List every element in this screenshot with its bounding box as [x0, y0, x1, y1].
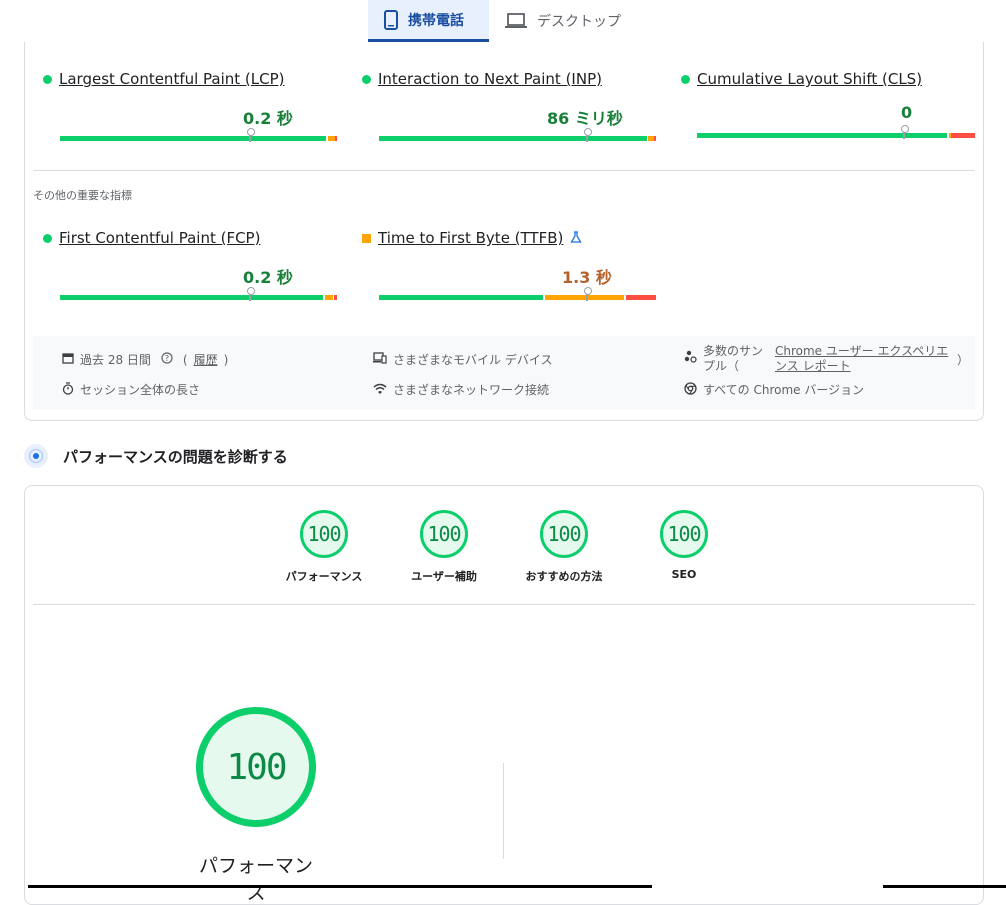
gauge-performance-score: 100	[300, 510, 348, 558]
performance-score-label: パフォーマンス	[198, 855, 313, 904]
laptop-icon	[505, 13, 527, 29]
metric-fcp-value: 0.2 秒	[243, 268, 293, 287]
gauge-seo[interactable]: 100 SEO	[624, 510, 744, 581]
info-devices: さまざまなモバイル デバイス	[373, 351, 552, 368]
gauge-seo-score: 100	[660, 510, 708, 558]
metric-ttfb-value: 1.3 秒	[562, 268, 612, 287]
calendar-icon	[62, 352, 74, 367]
needs-improvement-square-icon	[362, 233, 371, 243]
help-icon[interactable]: ?	[161, 352, 173, 367]
lighthouse-card: 100 パフォーマンス 100 ユーザー補助 100 おすすめの方法 100 S…	[24, 485, 984, 905]
metric-inp-link[interactable]: Interaction to Next Paint (INP)	[378, 70, 602, 88]
tab-desktop[interactable]: デスクトップ	[489, 0, 637, 42]
metric-ttfb-link[interactable]: Time to First Byte (TTFB)	[378, 229, 563, 247]
info-chrome-text: すべての Chrome バージョン	[703, 383, 865, 397]
gauge-best-practices[interactable]: 100 おすすめの方法	[504, 510, 624, 584]
info-samples: 多数のサンプル（ Chrome ユーザー エクスペリエンス レポート ）	[684, 344, 969, 374]
good-status-dot-icon	[43, 233, 52, 243]
metric-cls-distribution-bar	[697, 133, 975, 138]
gauge-best-practices-score: 100	[540, 510, 588, 558]
metric-cls-link[interactable]: Cumulative Layout Shift (CLS)	[697, 70, 922, 88]
metric-inp-distribution-bar	[379, 136, 656, 141]
stopwatch-icon	[62, 381, 74, 398]
diagnose-target-icon	[24, 444, 48, 468]
info-period: 過去 28 日間 ? (履歴)	[62, 351, 228, 368]
metric-lcp-link[interactable]: Largest Contentful Paint (LCP)	[59, 70, 285, 88]
device-tabs: 携帯電話 デスクトップ	[368, 0, 637, 42]
metric-inp-value: 86 ミリ秒	[547, 109, 623, 128]
tab-desktop-label: デスクトップ	[537, 14, 621, 30]
metric-inp: Interaction to Next Paint (INP) 86 ミリ秒	[362, 70, 656, 150]
tab-mobile[interactable]: 携帯電話	[368, 0, 489, 42]
gauge-seo-label: SEO	[671, 568, 697, 581]
metric-lcp: Largest Contentful Paint (LCP) 0.2 秒	[43, 70, 337, 150]
metric-inp-marker	[584, 128, 592, 142]
devices-icon	[373, 352, 387, 367]
other-metrics-label: その他の重要な指標	[33, 189, 132, 202]
metric-ttfb: Time to First Byte (TTFB) 1.3 秒	[362, 229, 656, 309]
metric-ttfb-marker	[584, 287, 592, 301]
history-link[interactable]: 履歴	[194, 351, 218, 368]
metric-lcp-value: 0.2 秒	[243, 109, 293, 128]
good-status-dot-icon	[43, 74, 52, 84]
metric-cls-value: 0	[901, 103, 913, 122]
metric-lcp-marker	[247, 128, 255, 142]
crux-report-link[interactable]: Chrome ユーザー エクスペリエンス レポート	[775, 344, 951, 374]
section-divider	[33, 170, 975, 171]
metric-fcp-marker	[247, 287, 255, 301]
smartphone-icon	[384, 9, 398, 30]
good-status-dot-icon	[362, 74, 371, 84]
samples-dots-icon	[684, 350, 697, 366]
vertical-divider	[503, 763, 504, 859]
flask-icon	[570, 229, 583, 247]
gauge-performance-label: パフォーマンス	[285, 570, 363, 583]
info-samples-prefix: 多数のサンプル（	[703, 344, 764, 373]
metric-fcp: First Contentful Paint (FCP) 0.2 秒	[43, 229, 337, 309]
gauge-accessibility[interactable]: 100 ユーザー補助	[384, 510, 504, 584]
tab-mobile-label: 携帯電話	[408, 12, 464, 29]
info-network: さまざまなネットワーク接続	[373, 381, 549, 398]
metric-fcp-distribution-bar	[60, 295, 337, 300]
info-chrome: すべての Chrome バージョン	[684, 381, 864, 398]
gauge-best-practices-label: おすすめの方法	[525, 570, 603, 583]
field-data-card: Largest Contentful Paint (LCP) 0.2 秒 Int…	[24, 42, 984, 421]
svg-text:?: ?	[165, 354, 169, 363]
metric-fcp-link[interactable]: First Contentful Paint (FCP)	[59, 229, 260, 247]
info-network-text: さまざまなネットワーク接続	[393, 383, 550, 397]
metric-ttfb-distribution-bar	[379, 295, 656, 300]
gauge-accessibility-score: 100	[420, 510, 468, 558]
chrome-icon	[684, 381, 697, 398]
metric-lcp-distribution-bar	[60, 136, 337, 141]
gauges-divider	[33, 604, 975, 605]
gauge-accessibility-label: ユーザー補助	[411, 570, 477, 583]
info-devices-text: さまざまなモバイル デバイス	[393, 353, 553, 367]
info-session-text: セッション全体の長さ	[80, 383, 201, 397]
data-collection-info: 過去 28 日間 ? (履歴) セッション全体の長さ さまざまなモバイル デバイ…	[33, 336, 975, 410]
info-period-text: 過去 28 日間	[80, 353, 151, 367]
good-status-dot-icon	[681, 74, 690, 84]
info-samples-suffix: ）	[957, 353, 970, 367]
info-session: セッション全体の長さ	[62, 381, 200, 398]
metric-cls-marker	[901, 125, 909, 139]
wifi-icon	[373, 383, 387, 397]
diagnose-section-title: パフォーマンスの問題を診断する	[63, 448, 288, 466]
gauge-performance[interactable]: 100 パフォーマンス	[264, 510, 384, 584]
metric-cls: Cumulative Layout Shift (CLS) 0	[681, 70, 975, 150]
performance-score-gauge: 100	[196, 707, 316, 827]
